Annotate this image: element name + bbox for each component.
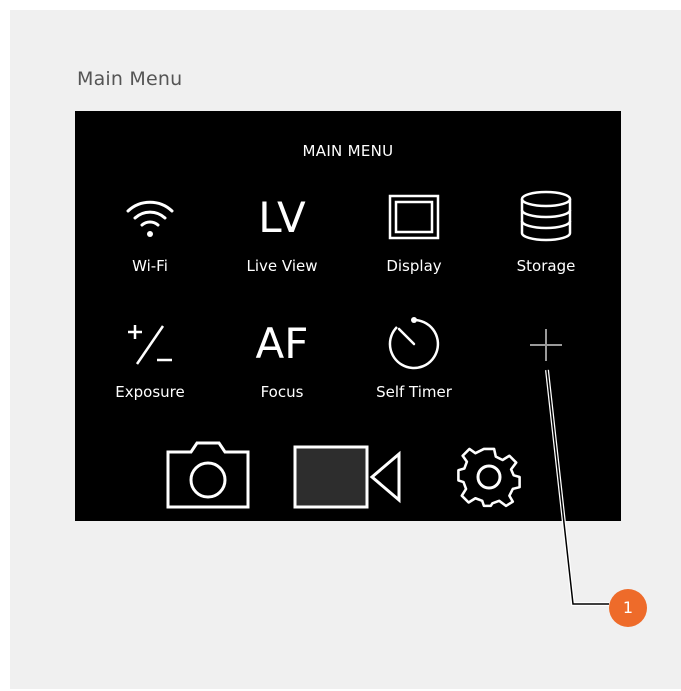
storage-icon: [520, 190, 572, 242]
menu-item-live-view[interactable]: LV Live View: [217, 190, 347, 290]
add-icon: [530, 329, 562, 361]
screen-title: MAIN MENU: [302, 142, 394, 160]
focus-icon: AF: [255, 319, 309, 368]
menu-item-label: Live View: [246, 257, 318, 275]
live-view-icon: LV: [258, 193, 306, 242]
menu-item-self-timer[interactable]: Self Timer: [349, 316, 479, 416]
wifi-icon: [126, 200, 174, 237]
menu-item-exposure[interactable]: Exposure: [85, 316, 215, 416]
menu-item-display[interactable]: Display: [349, 190, 479, 290]
menu-item-label: Display: [386, 257, 442, 275]
menu-item-storage[interactable]: Storage: [481, 190, 611, 290]
exposure-icon: [128, 325, 172, 365]
menu-item-label: Focus: [260, 383, 304, 401]
video-camera-icon[interactable]: [292, 444, 404, 510]
display-icon: [388, 194, 440, 240]
photo-camera-icon[interactable]: [165, 440, 251, 510]
menu-item-wifi[interactable]: Wi-Fi: [85, 190, 215, 290]
add-menu-item-slot[interactable]: [481, 316, 611, 416]
menu-item-label: Self Timer: [376, 383, 452, 401]
menu-item-label: Exposure: [115, 383, 185, 401]
settings-gear-icon[interactable]: [453, 441, 525, 513]
callout-badge: 1: [609, 589, 647, 627]
menu-item-label: Wi-Fi: [132, 257, 168, 275]
self-timer-icon: [388, 317, 440, 370]
menu-item-label: Storage: [516, 257, 576, 275]
menu-item-focus[interactable]: AF Focus: [217, 316, 347, 416]
figure-caption: Main Menu: [77, 68, 183, 90]
